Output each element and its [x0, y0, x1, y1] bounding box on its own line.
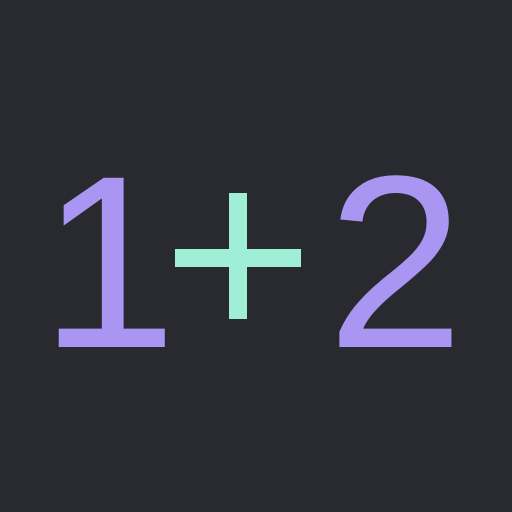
- right-operand: 2: [327, 125, 464, 400]
- left-operand: 1: [40, 125, 177, 400]
- plus-vertical-bar: [229, 193, 247, 319]
- plus-operator: +: [175, 193, 301, 319]
- icon-canvas: 1 + 2: [0, 0, 512, 512]
- operator-text: +: [175, 193, 176, 194]
- math-expression: 1 + 2: [0, 0, 512, 512]
